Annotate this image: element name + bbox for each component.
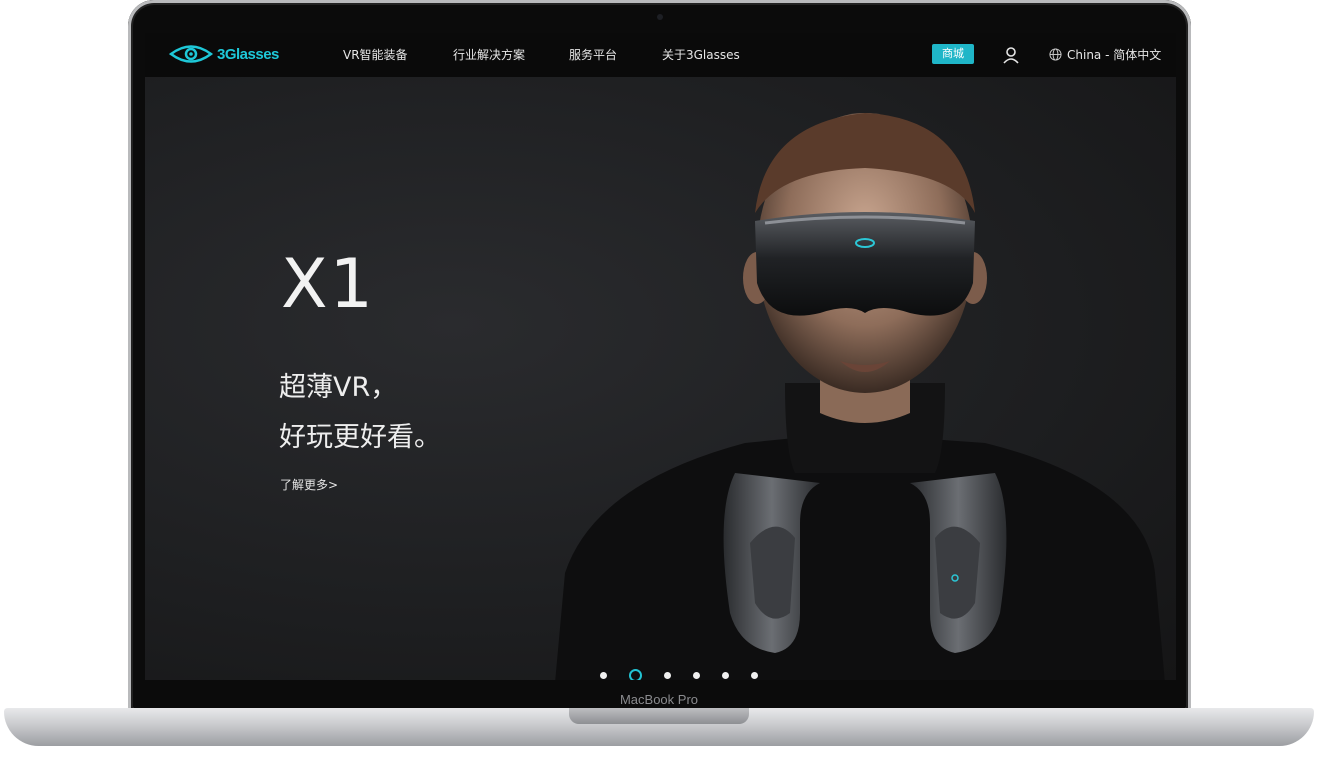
browser-screen: 3Glasses VR智能装备 行业解决方案 服务平台 关于3Glasses 商… <box>145 33 1176 680</box>
nav-item-industry-solutions[interactable]: 行业解决方案 <box>453 46 525 63</box>
webcam <box>657 14 663 20</box>
nav-item-about[interactable]: 关于3Glasses <box>662 46 740 63</box>
hero-subtitle-line-2: 好玩更好看。 <box>279 422 441 453</box>
hero-model-image <box>555 113 1165 680</box>
nav-item-service-platform[interactable]: 服务平台 <box>569 46 617 63</box>
carousel-dot[interactable] <box>693 672 700 679</box>
language-selector[interactable]: China - 简体中文 <box>1049 46 1161 63</box>
logo-text: 3Glasses <box>217 45 279 63</box>
carousel-pagination <box>600 669 780 680</box>
globe-icon <box>1049 48 1062 61</box>
carousel-dot[interactable] <box>722 672 729 679</box>
nav-item-vr-equipment[interactable]: VR智能装备 <box>343 46 408 63</box>
hero-subtitle: 超薄VR， 好玩更好看。 <box>279 363 441 463</box>
user-icon[interactable] <box>1001 45 1021 65</box>
eye-logo-icon <box>169 45 213 63</box>
hero-title: X1 <box>281 245 375 324</box>
learn-more-link[interactable]: 了解更多> <box>280 476 338 493</box>
carousel-dot[interactable] <box>629 669 642 680</box>
shop-button[interactable]: 商城 <box>932 44 974 64</box>
site-logo[interactable]: 3Glasses <box>169 41 279 67</box>
hero-subtitle-line-1: 超薄VR， <box>279 372 398 403</box>
model-label: MacBook Pro <box>619 692 699 707</box>
top-nav: 3Glasses VR智能装备 行业解决方案 服务平台 关于3Glasses 商… <box>145 33 1176 77</box>
carousel-dot[interactable] <box>751 672 758 679</box>
lid-opening-notch <box>569 708 749 724</box>
carousel-dot[interactable] <box>600 672 607 679</box>
language-label: China - 简体中文 <box>1067 48 1162 62</box>
carousel-dot[interactable] <box>664 672 671 679</box>
